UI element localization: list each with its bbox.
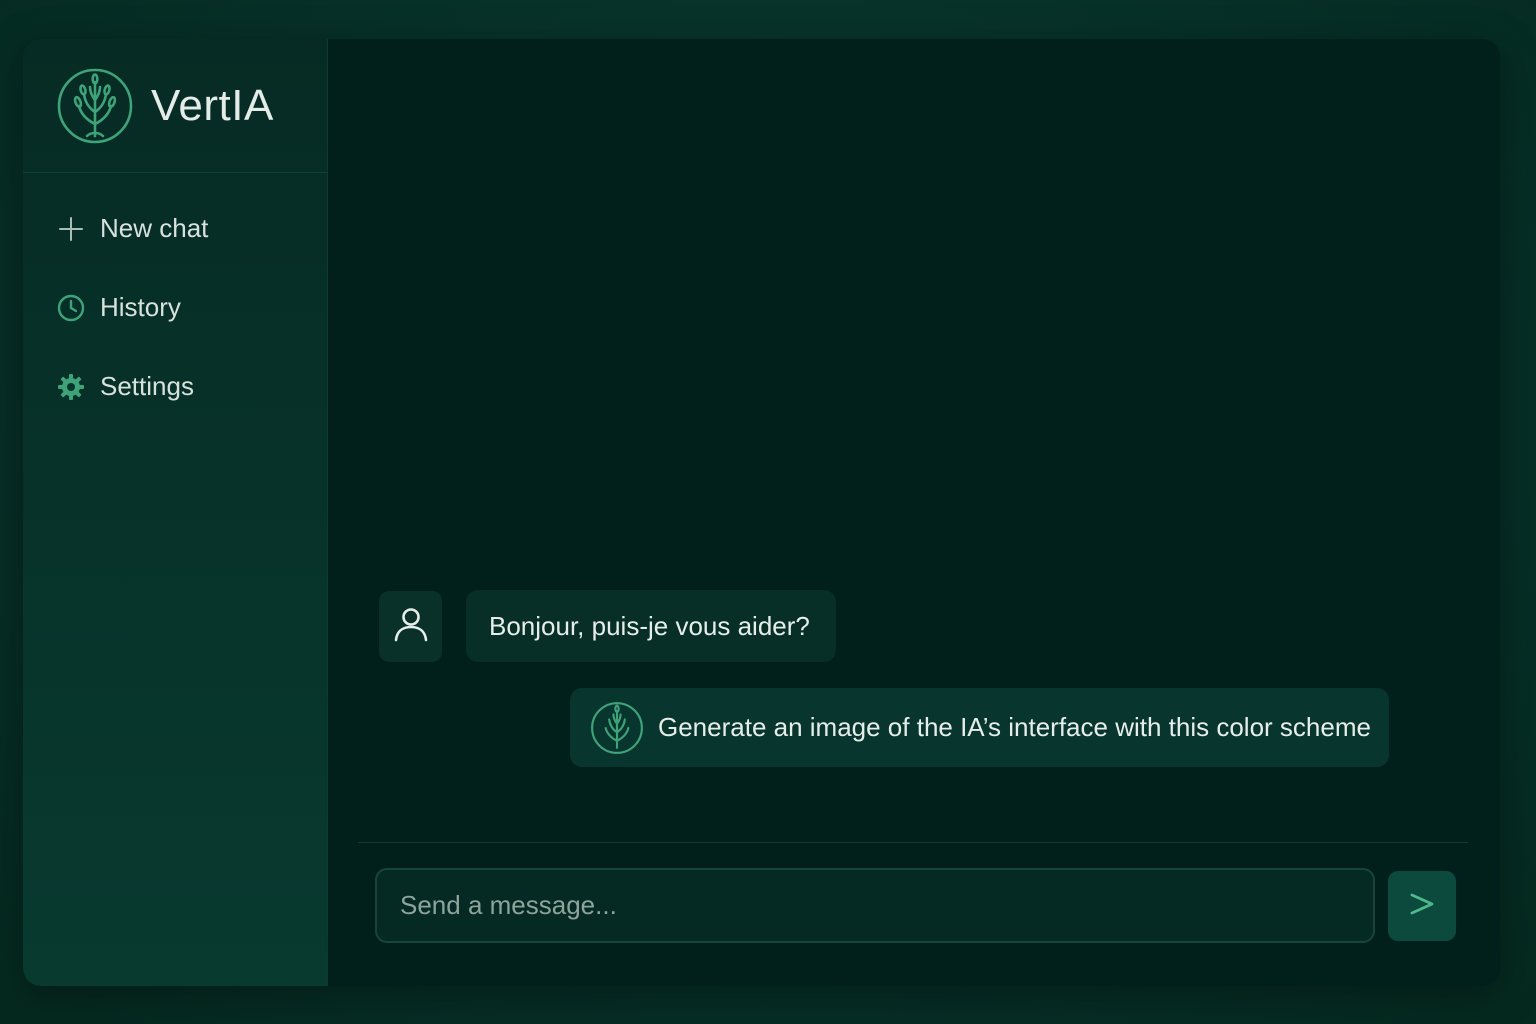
sidebar: VertIA New chat History Settings <box>23 39 328 986</box>
message-assistant: Generate an image of the IA’s interface … <box>570 688 1389 767</box>
tree-logo-icon <box>57 68 133 144</box>
sidebar-nav: New chat History Settings <box>23 173 327 426</box>
send-button[interactable] <box>1388 871 1456 941</box>
plus-icon <box>57 215 85 243</box>
chat-area: Bonjour, puis-je vous aider? Generate an… <box>328 39 1500 986</box>
composer-divider <box>358 842 1468 843</box>
message-bubble: Generate an image of the IA’s interface … <box>570 688 1389 767</box>
gear-icon <box>57 373 85 401</box>
send-chevron-icon <box>1407 889 1437 924</box>
message-input-container[interactable] <box>375 868 1375 943</box>
sidebar-item-label: Settings <box>100 371 194 401</box>
brand: VertIA <box>23 39 327 173</box>
message-bubble: Bonjour, puis-je vous aider? <box>466 590 836 662</box>
sidebar-item-history[interactable]: History <box>23 268 327 347</box>
message-text: Generate an image of the IA’s interface … <box>658 712 1371 742</box>
message-input[interactable] <box>398 889 1373 922</box>
app-name: VertIA <box>151 80 274 130</box>
user-avatar <box>379 590 442 662</box>
sidebar-item-label: New chat <box>100 213 209 243</box>
clock-icon <box>57 294 85 322</box>
sidebar-item-label: History <box>100 292 181 322</box>
user-icon <box>392 605 430 648</box>
app-window: VertIA New chat History Settings Bonjour… <box>23 39 1500 986</box>
tree-logo-icon <box>590 701 644 755</box>
message-text: Bonjour, puis-je vous aider? <box>489 610 810 641</box>
sidebar-item-settings[interactable]: Settings <box>23 347 327 426</box>
sidebar-item-new-chat[interactable]: New chat <box>23 189 327 268</box>
message-user: Bonjour, puis-je vous aider? <box>379 590 836 662</box>
